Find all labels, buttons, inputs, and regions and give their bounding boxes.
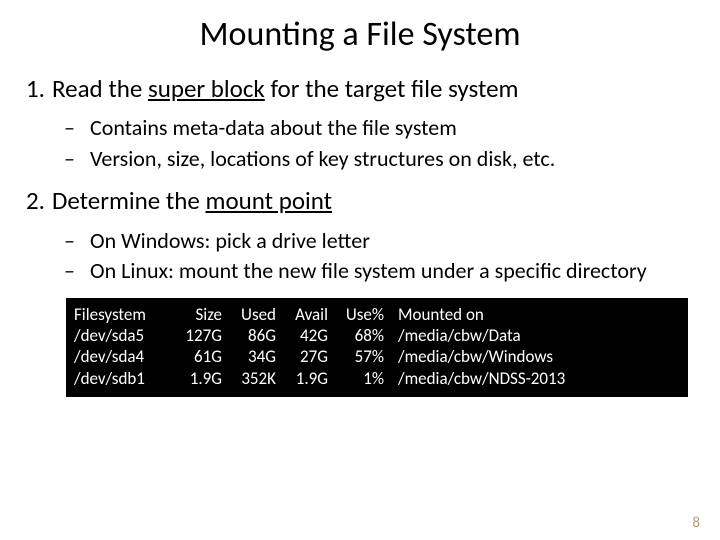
dash-icon: – bbox=[64, 114, 90, 143]
th-mounted: Mounted on bbox=[384, 304, 484, 325]
sub-text: Version, size, locations of key structur… bbox=[90, 145, 555, 172]
li2-underlined: mount point bbox=[205, 185, 332, 216]
td-fs: /dev/sda4 bbox=[74, 346, 170, 367]
td-avail: 1.9G bbox=[276, 368, 328, 389]
dash-icon: – bbox=[64, 257, 90, 286]
sub-item: –Contains meta-data about the file syste… bbox=[64, 114, 702, 143]
main-list-2: 2.Determine the mount point bbox=[18, 185, 702, 216]
th-filesystem: Filesystem bbox=[74, 304, 170, 325]
li2-pre: Determine the bbox=[52, 185, 205, 216]
list-num-2: 2. bbox=[26, 185, 52, 216]
th-avail: Avail bbox=[276, 304, 328, 325]
td-usepct: 1% bbox=[328, 368, 384, 389]
terminal-output: Filesystem Size Used Avail Use% Mounted … bbox=[66, 298, 688, 397]
sub-item: –On Linux: mount the new file system und… bbox=[64, 257, 702, 286]
th-size: Size bbox=[170, 304, 222, 325]
td-mount: /media/cbw/Data bbox=[384, 325, 521, 346]
td-used: 352K bbox=[222, 368, 276, 389]
th-used: Used bbox=[222, 304, 276, 325]
terminal-header-row: Filesystem Size Used Avail Use% Mounted … bbox=[74, 304, 680, 325]
list-item-2: 2.Determine the mount point bbox=[18, 185, 702, 216]
sub-text: On Linux: mount the new file system unde… bbox=[90, 257, 647, 284]
td-used: 34G bbox=[222, 346, 276, 367]
sub-text: Contains meta-data about the file system bbox=[90, 114, 457, 141]
th-usepct: Use% bbox=[328, 304, 384, 325]
list-item-1: 1.Read the super block for the target fi… bbox=[18, 73, 702, 104]
td-usepct: 57% bbox=[328, 346, 384, 367]
dash-icon: – bbox=[64, 145, 90, 174]
main-list: 1.Read the super block for the target fi… bbox=[18, 73, 702, 104]
td-usepct: 68% bbox=[328, 325, 384, 346]
li1-pre: Read the bbox=[52, 73, 148, 104]
page-number: 8 bbox=[692, 514, 700, 532]
list-num-1: 1. bbox=[26, 73, 52, 104]
terminal-row: /dev/sda5 127G 86G 42G 68% /media/cbw/Da… bbox=[74, 325, 680, 346]
td-mount: /media/cbw/Windows bbox=[384, 346, 553, 367]
td-mount: /media/cbw/NDSS-2013 bbox=[384, 368, 565, 389]
sublist-2: –On Windows: pick a drive letter –On Lin… bbox=[18, 227, 702, 286]
li1-underlined: super block bbox=[148, 73, 265, 104]
terminal-row: /dev/sda4 61G 34G 27G 57% /media/cbw/Win… bbox=[74, 346, 680, 367]
slide-title: Mounting a File System bbox=[18, 14, 702, 55]
li1-post: for the target file system bbox=[265, 73, 519, 104]
td-avail: 27G bbox=[276, 346, 328, 367]
td-used: 86G bbox=[222, 325, 276, 346]
sublist-1: –Contains meta-data about the file syste… bbox=[18, 114, 702, 173]
terminal-row: /dev/sdb1 1.9G 352K 1.9G 1% /media/cbw/N… bbox=[74, 368, 680, 389]
td-size: 1.9G bbox=[170, 368, 222, 389]
td-fs: /dev/sdb1 bbox=[74, 368, 170, 389]
td-size: 127G bbox=[170, 325, 222, 346]
sub-item: –On Windows: pick a drive letter bbox=[64, 227, 702, 256]
sub-item: –Version, size, locations of key structu… bbox=[64, 145, 702, 174]
td-fs: /dev/sda5 bbox=[74, 325, 170, 346]
td-size: 61G bbox=[170, 346, 222, 367]
sub-text: On Windows: pick a drive letter bbox=[90, 227, 370, 254]
dash-icon: – bbox=[64, 227, 90, 256]
td-avail: 42G bbox=[276, 325, 328, 346]
